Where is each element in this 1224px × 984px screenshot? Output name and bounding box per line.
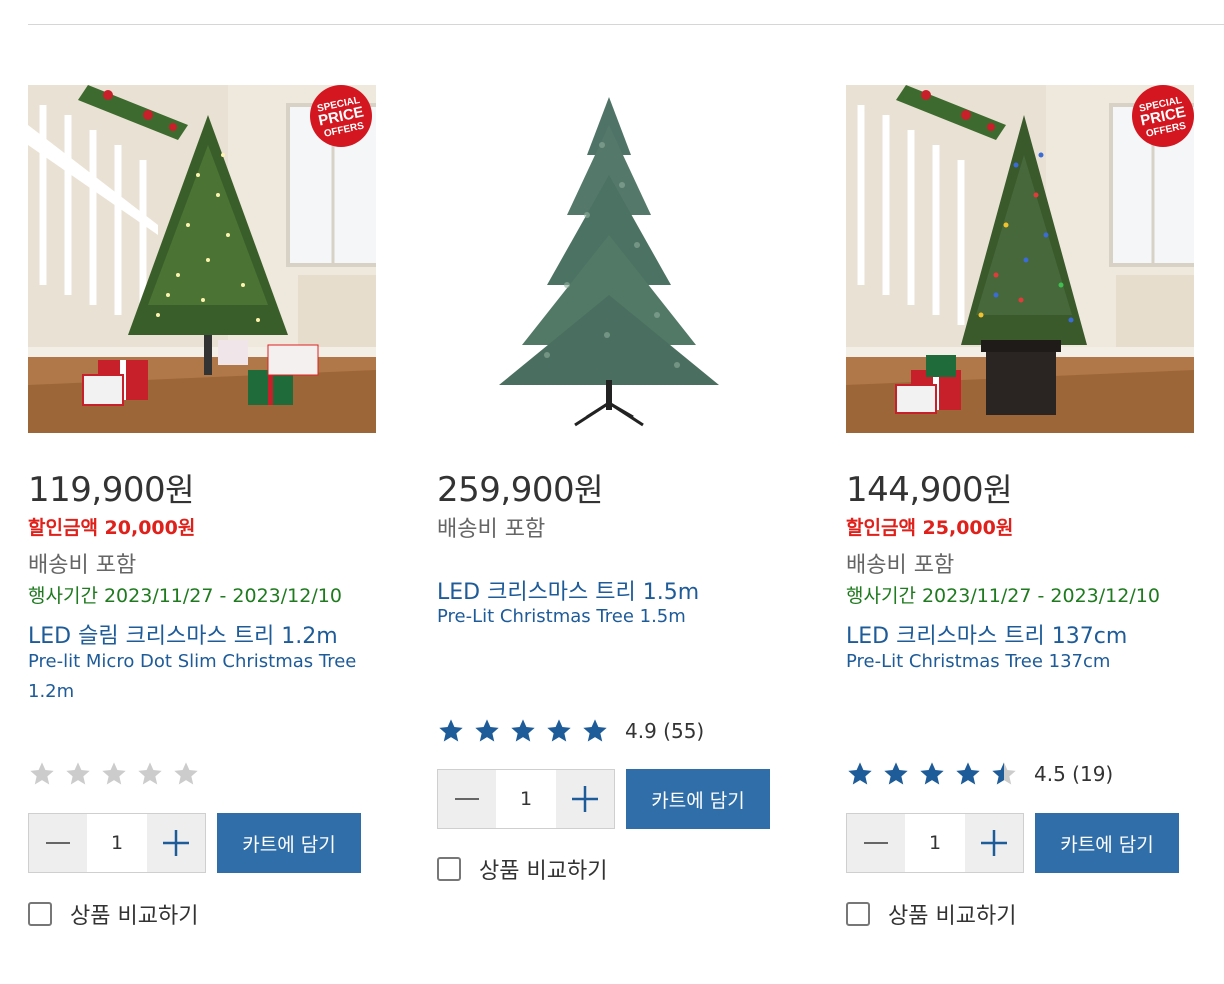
compare-label: 상품 비교하기	[888, 904, 1017, 929]
decrease-quantity-button[interactable]	[438, 770, 496, 828]
rating-stars: 4.5 (19)	[846, 758, 1113, 790]
minus-icon	[455, 798, 479, 800]
checkbox-icon[interactable]	[437, 857, 461, 881]
product-card: 259,900원 배송비 포함 LED 크리스마스 트리 1.5m Pre-Li…	[437, 85, 787, 884]
shipping-info: 배송비 포함	[437, 517, 546, 542]
compare-label: 상품 비교하기	[70, 904, 199, 929]
add-to-cart-button[interactable]: 카트에 담기	[217, 813, 361, 873]
star-filled-icon	[583, 719, 607, 742]
event-period: 행사기간 2023/11/27 - 2023/12/10	[28, 585, 342, 607]
compare-label: 상품 비교하기	[479, 859, 608, 884]
add-to-cart-button[interactable]: 카트에 담기	[626, 769, 770, 829]
product-image[interactable]	[437, 85, 785, 433]
star-filled-icon	[848, 762, 872, 785]
quantity-stepper: 1	[437, 769, 615, 829]
checkbox-icon[interactable]	[846, 902, 870, 926]
product-price: 119,900원	[28, 470, 195, 510]
star-empty-icon	[30, 762, 54, 785]
star-empty-icon	[174, 762, 198, 785]
star-filled-icon	[475, 719, 499, 742]
star-filled-icon	[956, 762, 980, 785]
product-title-korean[interactable]: LED 크리스마스 트리 137cm	[846, 618, 1127, 650]
star-empty-icon	[66, 762, 90, 785]
event-period: 행사기간 2023/11/27 - 2023/12/10	[846, 585, 1160, 607]
rating-value: 4.5 (19)	[1034, 762, 1114, 786]
top-divider	[28, 24, 1224, 25]
compare-product-checkbox[interactable]: 상품 비교하기	[846, 898, 1016, 930]
product-title-english[interactable]: Pre-Lit Christmas Tree 1.5m	[437, 602, 787, 632]
star-filled-icon	[511, 719, 535, 742]
shipping-info: 배송비 포함	[28, 553, 137, 578]
minus-icon	[46, 842, 70, 844]
product-card: SPECIAL PRICE OFFERS 119,900원 할인금액 20,00…	[28, 85, 378, 929]
star-filled-icon	[920, 762, 944, 785]
product-price: 259,900원	[437, 470, 604, 510]
rating-stars	[28, 758, 208, 790]
increase-quantity-button[interactable]	[556, 770, 614, 828]
shipping-info: 배송비 포함	[846, 553, 955, 578]
discount-amount: 할인금액 20,000원	[28, 517, 196, 539]
star-empty-icon	[138, 762, 162, 785]
star-filled-icon	[439, 719, 463, 742]
quantity-stepper: 1	[28, 813, 206, 873]
quantity-input[interactable]: 1	[87, 814, 147, 872]
star-filled-icon	[547, 719, 571, 742]
compare-product-checkbox[interactable]: 상품 비교하기	[28, 898, 198, 930]
increase-quantity-button[interactable]	[147, 814, 205, 872]
special-price-badge: SPECIAL PRICE OFFERS	[310, 85, 372, 147]
quantity-stepper: 1	[846, 813, 1024, 873]
add-to-cart-button[interactable]: 카트에 담기	[1035, 813, 1179, 873]
plus-icon	[572, 786, 598, 812]
minus-icon	[864, 842, 888, 844]
discount-amount: 할인금액 25,000원	[846, 517, 1014, 539]
plus-icon	[163, 830, 189, 856]
product-title-english[interactable]: Pre-lit Micro Dot Slim Christmas Tree 1.…	[28, 647, 378, 707]
special-price-badge: SPECIAL PRICE OFFERS	[1132, 85, 1194, 147]
star-filled-icon	[884, 762, 908, 785]
checkbox-icon[interactable]	[28, 902, 52, 926]
quantity-input[interactable]: 1	[905, 814, 965, 872]
product-image[interactable]: SPECIAL PRICE OFFERS	[28, 85, 376, 433]
plus-icon	[981, 830, 1007, 856]
increase-quantity-button[interactable]	[965, 814, 1023, 872]
rating-value: 4.9 (55)	[625, 719, 705, 743]
decrease-quantity-button[interactable]	[847, 814, 905, 872]
product-title-korean[interactable]: LED 슬림 크리스마스 트리 1.2m	[28, 618, 338, 650]
quantity-input[interactable]: 1	[496, 770, 556, 828]
star-empty-icon	[102, 762, 126, 785]
product-price: 144,900원	[846, 470, 1013, 510]
compare-product-checkbox[interactable]: 상품 비교하기	[437, 853, 607, 885]
star-half-icon	[992, 762, 1016, 785]
product-image[interactable]: SPECIAL PRICE OFFERS	[846, 85, 1194, 433]
product-title-english[interactable]: Pre-Lit Christmas Tree 137cm	[846, 647, 1196, 677]
decrease-quantity-button[interactable]	[29, 814, 87, 872]
product-card: SPECIAL PRICE OFFERS 144,900원 할인금액 25,00…	[846, 85, 1196, 929]
rating-stars: 4.9 (55)	[437, 715, 704, 747]
